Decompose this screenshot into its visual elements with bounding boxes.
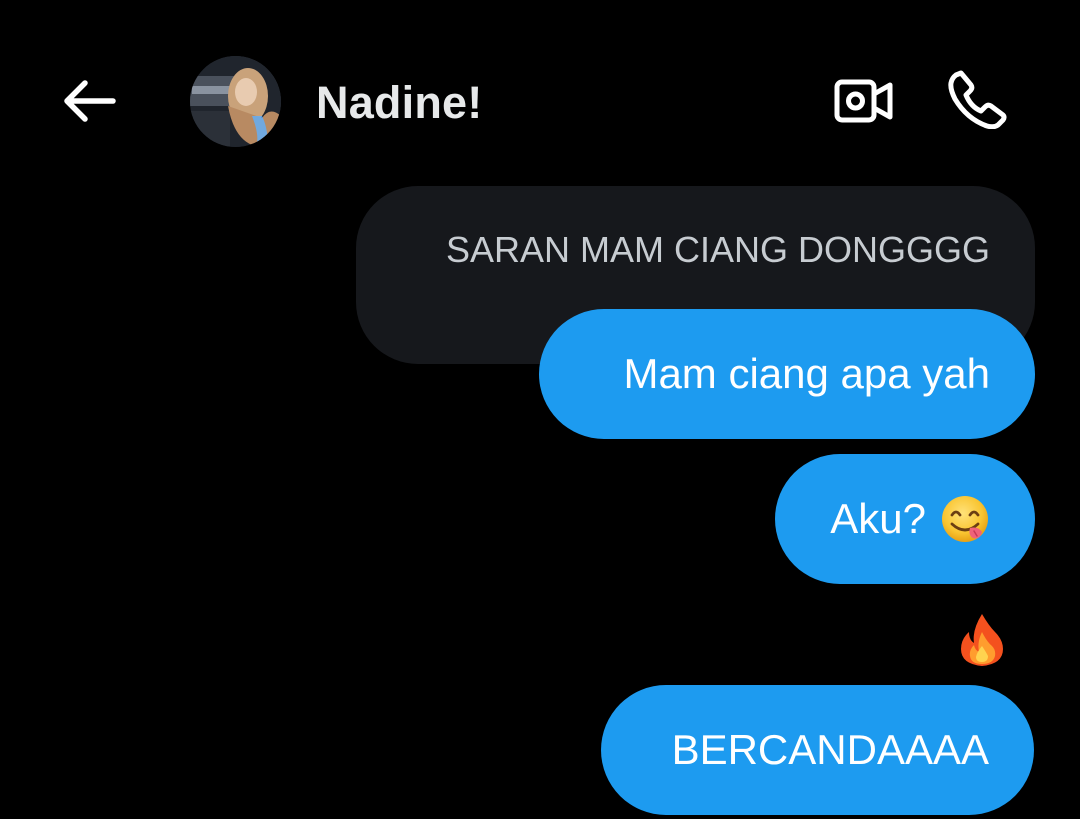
video-call-button[interactable] [830,72,898,134]
voice-call-button[interactable] [942,68,1012,134]
sent-message-bubble[interactable]: Aku? [775,454,1035,584]
sent-message-bubble[interactable]: BERCANDAAAA [601,685,1034,815]
sent-message-bubble[interactable]: Mam ciang apa yah [539,309,1035,439]
fire-emoji [955,612,1009,668]
quoted-message-text: SARAN MAM CIANG DONGGGG [445,229,990,270]
reaction-badge[interactable] [955,612,1009,668]
phone-icon [947,69,1007,134]
dm-conversation-screen: Nadine! SARAN MAM CIANG DONGGGG Mam cian… [0,0,1080,819]
face-savoring-food-emoji [940,494,990,544]
message-text: Mam ciang apa yah [623,350,990,397]
contact-name[interactable]: Nadine! [316,76,482,130]
contact-avatar[interactable] [190,56,281,147]
message-text: Aku? [830,495,926,542]
arrow-left-icon [63,79,117,128]
video-call-icon [834,77,894,130]
back-button[interactable] [58,74,122,132]
message-text: BERCANDAAAA [671,726,989,773]
